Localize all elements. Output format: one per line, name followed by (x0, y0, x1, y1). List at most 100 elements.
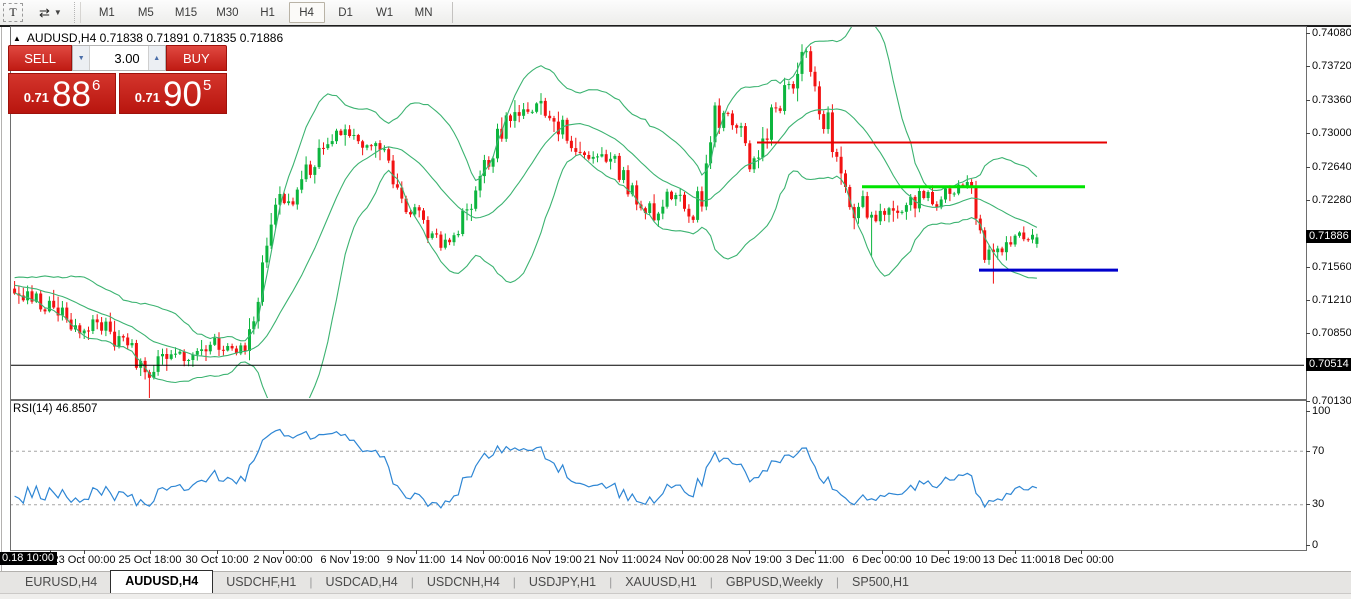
price-axis-tick (1306, 166, 1310, 168)
price-axis-label: 0.70850 (1312, 327, 1351, 340)
time-axis-tick (150, 550, 151, 554)
time-axis-tick (549, 550, 550, 554)
time-axis-label: 23 Oct 00:00 (52, 554, 116, 566)
price-axis-label: 0.73720 (1312, 60, 1351, 73)
chart-tab-bar: EURUSD,H4 AUDUSD,H4 USDCHF,H1 | USDCAD,H4 | US… (0, 570, 1351, 593)
buy-price-pip: 5 (202, 77, 212, 94)
time-axis-label: 25 Oct 18:00 (118, 554, 182, 566)
rsi-axis-label: 30 (1312, 498, 1325, 511)
level-price-badge: 0.70514 (1306, 357, 1351, 371)
volume-box: ▼ ▲ (72, 45, 166, 71)
price-axis-tick (1306, 200, 1310, 202)
price-axis-label: 0.71560 (1312, 261, 1351, 274)
chart-tab-usdjpy[interactable]: USDJPY,H1 (516, 572, 609, 593)
chart-tab-usdcad[interactable]: USDCAD,H4 (312, 572, 410, 593)
time-axis-label: 14 Nov 00:00 (450, 554, 516, 566)
chart-tab-gbpusd[interactable]: GBPUSD,Weekly (713, 572, 836, 593)
chart-tab-usdchf[interactable]: USDCHF,H1 (213, 572, 309, 593)
sell-price-pip: 6 (91, 77, 101, 94)
bollinger-middle-band (14, 108, 1038, 358)
rsi-axis-label: 100 (1312, 404, 1331, 417)
price-axis-tick (1306, 99, 1310, 101)
buy-price-big: 90 (163, 75, 202, 114)
sell-price-big: 88 (52, 75, 91, 114)
price-axis-tick (1306, 66, 1310, 68)
price-axis-label: 0.73000 (1312, 127, 1351, 140)
time-axis-tick (217, 550, 218, 554)
rsi-axis-label: 70 (1312, 444, 1325, 457)
price-axis-tick (1306, 299, 1310, 301)
buy-quote-button[interactable]: 0.71 90 5 (119, 73, 227, 114)
volume-input[interactable] (90, 46, 148, 70)
time-axis-label: 21 Nov 11:00 (583, 554, 649, 566)
price-axis-tick (1306, 400, 1310, 402)
symbol-marker-icon: ▲ (13, 33, 21, 43)
price-axis-label: 0.72280 (1312, 194, 1351, 207)
rsi-axis-tick (1306, 504, 1310, 506)
spin-down-icon: ▼ (77, 54, 85, 62)
status-bar (0, 593, 1351, 599)
time-axis-label: 18 Dec 00:00 (1048, 554, 1114, 566)
time-axis-badge: 0.18 10:00 (0, 552, 57, 565)
rsi-axis-tick (1306, 450, 1310, 452)
price-axis-tick (1306, 333, 1310, 335)
time-axis-tick (815, 550, 816, 554)
time-axis-tick (616, 550, 617, 554)
price-axis-label: 0.73360 (1312, 93, 1351, 106)
spin-up-icon: ▲ (153, 54, 161, 62)
volume-increase-button[interactable]: ▲ (147, 46, 165, 70)
mt4-window: T ⇄ ▼ M1 M5 M15 M30 H1 H4 D1 W1 MN ▲ AUDUSD,H4 0… (0, 0, 1351, 599)
time-axis-tick (283, 550, 284, 554)
time-axis-tick (84, 550, 85, 554)
price-axis-tick (1306, 32, 1310, 34)
time-axis-label: 13 Dec 11:00 (982, 554, 1048, 566)
rsi-axis-tick (1306, 544, 1310, 546)
time-axis-label: 6 Nov 19:00 (320, 554, 380, 566)
time-axis-tick (1015, 550, 1016, 554)
sell-button[interactable]: SELL (8, 45, 73, 71)
rsi-axis-label: 0 (1312, 538, 1319, 551)
time-axis-label: 3 Dec 11:00 (785, 554, 845, 566)
time-axis-label: 28 Nov 19:00 (716, 554, 782, 566)
price-axis-label: 0.72640 (1312, 160, 1351, 173)
sell-price-prefix: 0.71 (23, 90, 50, 105)
time-axis-tick (682, 550, 683, 554)
rsi-indicator-label: RSI(14) 46.8507 (13, 403, 98, 415)
buy-button[interactable]: BUY (165, 45, 227, 71)
chart-title-text: AUDUSD,H4 0.71838 0.71891 0.71835 0.7188… (26, 31, 284, 45)
price-axis-label: 0.74080 (1312, 26, 1351, 39)
time-axis-tick (1081, 550, 1082, 554)
time-axis-tick (416, 550, 417, 554)
one-click-trading-panel: SELL ▼ ▲ BUY 0.71 88 6 0.71 (8, 45, 227, 114)
chart-tab-audusd[interactable]: AUDUSD,H4 (110, 570, 214, 593)
rsi-pane-content (11, 428, 1304, 509)
chart-tab-xauusd[interactable]: XAUUSD,H1 (612, 572, 710, 593)
current-price-badge: 0.71886 (1306, 229, 1351, 243)
chart-tab-sp500[interactable]: SP500,H1 (839, 572, 922, 593)
sell-quote-button[interactable]: 0.71 88 6 (8, 73, 116, 114)
chart-tab-usdcnh[interactable]: USDCNH,H4 (414, 572, 513, 593)
time-axis-label: 10 Dec 19:00 (915, 554, 981, 566)
volume-decrease-button[interactable]: ▼ (73, 46, 91, 70)
time-axis-tick (948, 550, 949, 554)
time-axis-tick (483, 550, 484, 554)
time-axis-label: 30 Oct 10:00 (185, 554, 249, 566)
rsi-axis-tick (1306, 410, 1310, 412)
time-axis-tick (882, 550, 883, 554)
buy-button-label: BUY (182, 50, 210, 66)
rsi-line (14, 428, 1038, 509)
chart-tab-eurusd[interactable]: EURUSD,H4 (12, 572, 110, 593)
time-axis-label: 9 Nov 11:00 (386, 554, 446, 566)
buy-price-prefix: 0.71 (134, 90, 161, 105)
price-axis-label: 0.71210 (1312, 293, 1351, 306)
price-axis-tick (1306, 133, 1310, 135)
time-axis-label: 2 Nov 00:00 (253, 554, 313, 566)
time-axis-tick (350, 550, 351, 554)
bollinger-lower-band (14, 153, 1037, 398)
time-axis-label: 6 Dec 00:00 (852, 554, 912, 566)
time-axis-label: 16 Nov 19:00 (516, 554, 582, 566)
time-axis-label: 24 Nov 00:00 (649, 554, 715, 566)
price-axis-tick (1306, 267, 1310, 269)
time-axis-tick (749, 550, 750, 554)
chart-title: ▲ AUDUSD,H4 0.71838 0.71891 0.71835 0.71… (13, 31, 283, 45)
